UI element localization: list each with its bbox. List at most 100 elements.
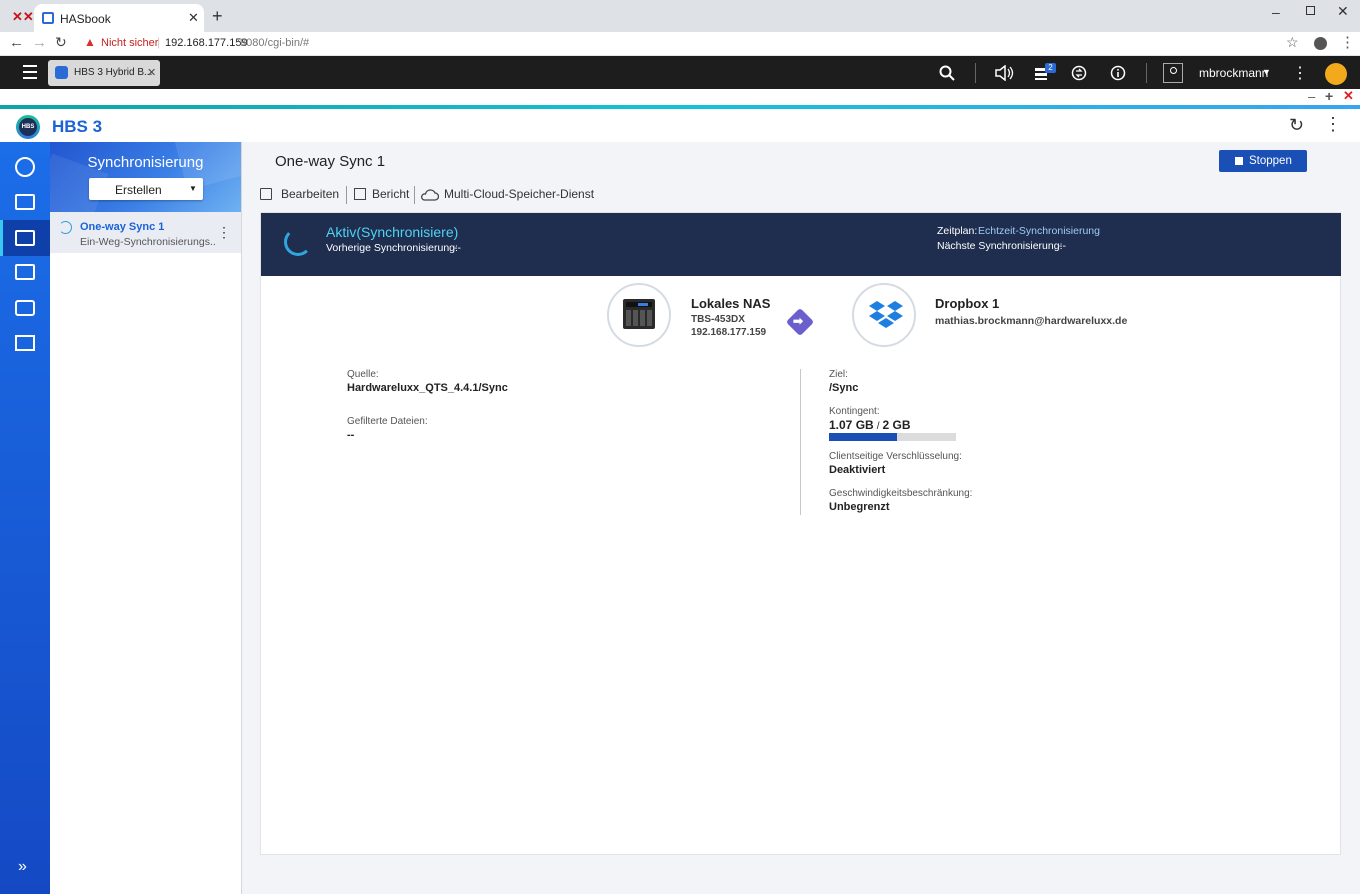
user-menu-chevron-down-icon[interactable]: ▼ — [1262, 67, 1271, 77]
target-value: /Sync — [829, 382, 859, 394]
job-syncing-icon — [59, 221, 72, 234]
target-label: Ziel: — [829, 369, 848, 380]
cloud-icon — [421, 189, 439, 201]
storage-space-icon[interactable] — [15, 264, 35, 280]
nas-device-icon — [607, 283, 671, 347]
app-task-close-icon[interactable]: ✕ — [147, 66, 156, 79]
job-more-icon[interactable]: ⋮ — [217, 224, 231, 241]
quota-bar-fill — [829, 433, 897, 441]
hbs-logo-icon: HBS — [16, 115, 40, 139]
filtered-files-value: -- — [347, 429, 355, 441]
app-task-label: HBS 3 Hybrid B... — [74, 67, 153, 78]
expand-rail-icon[interactable]: » — [18, 858, 27, 876]
services-icon[interactable] — [15, 300, 35, 316]
multicloud-label: Multi-Cloud-Speicher-Dienst — [444, 187, 595, 201]
edit-action[interactable]: Bearbeiten — [260, 186, 350, 204]
url-host: 192.168.177.159 — [165, 37, 248, 49]
browser-toolbar: ← → ↻ ▲ Nicht sicher | 192.168.177.159 :… — [0, 32, 1360, 56]
report-icon — [354, 188, 366, 200]
target-device-name: Dropbox 1 — [935, 296, 1000, 311]
browser-tab[interactable]: HASbook ✕ — [34, 4, 204, 32]
source-device-name: Lokales NAS — [691, 296, 771, 311]
chevron-down-icon: ▼ — [189, 184, 197, 193]
report-action[interactable]: Bericht — [354, 186, 414, 204]
job-name: One-way Sync 1 — [80, 221, 165, 233]
app-maximize-button[interactable]: + — [1325, 88, 1333, 104]
address-separator: | — [157, 35, 161, 49]
tab-close-icon[interactable]: ✕ — [188, 10, 199, 26]
browser-menu-icon[interactable]: ⋮ — [1340, 33, 1355, 51]
panel-title: Synchronisierung — [87, 154, 204, 171]
warning-icon: ▲ — [84, 35, 96, 49]
backup-restore-icon[interactable] — [15, 194, 35, 210]
source-label: Quelle: — [347, 369, 379, 380]
sync-icon[interactable] — [15, 230, 35, 246]
search-icon[interactable] — [939, 65, 955, 81]
app-task-tab[interactable]: HBS 3 Hybrid B... ✕ — [48, 60, 160, 86]
app-header: HBS HBS 3 ↻ ⋮ — [0, 109, 1360, 142]
more-options-icon[interactable]: ⋮ — [1292, 63, 1308, 83]
job-subtitle: Ein-Weg-Synchronisierungs... — [80, 236, 215, 248]
logs-icon[interactable] — [15, 335, 35, 351]
minimize-window-button[interactable]: – — [1272, 4, 1280, 20]
close-window-button[interactable]: ✕ — [1337, 3, 1349, 20]
maximize-window-button[interactable] — [1306, 6, 1315, 15]
job-list-item[interactable]: One-way Sync 1 Ein-Weg-Synchronisierungs… — [50, 212, 241, 253]
username-label[interactable]: mbrockmann — [1199, 66, 1268, 80]
bookmark-star-icon[interactable]: ☆ — [1286, 34, 1299, 51]
back-arrow-icon[interactable]: ← — [9, 34, 24, 51]
encryption-label: Clientseitige Verschlüsselung: — [829, 451, 962, 462]
app-window-bar: – + ✕ — [0, 88, 1360, 105]
panel-header: Synchronisierung Erstellen ▼ — [50, 142, 241, 212]
app-minimize-button[interactable]: – — [1308, 89, 1315, 104]
quota-total: 2 GB — [882, 418, 911, 432]
encryption-value: Deaktiviert — [829, 464, 886, 476]
reload-icon[interactable]: ↻ — [55, 34, 67, 51]
speed-limit-value: Unbegrenzt — [829, 501, 890, 513]
new-tab-button[interactable]: + — [212, 6, 223, 27]
address-bar[interactable]: ▲ Nicht sicher | 192.168.177.159 :8080/c… — [84, 35, 1284, 52]
action-divider — [414, 186, 415, 204]
info-icon[interactable] — [1110, 65, 1126, 81]
speaker-icon[interactable] — [994, 65, 1014, 81]
user-avatar-icon[interactable] — [1163, 63, 1183, 83]
active-indicator — [0, 220, 3, 256]
create-dropdown-button[interactable]: Erstellen ▼ — [89, 178, 203, 200]
forward-arrow-icon[interactable]: → — [32, 34, 47, 51]
details-divider — [800, 369, 801, 515]
browser-logo-icon: ✕✕ — [12, 9, 34, 24]
toolbar-divider — [975, 63, 976, 83]
quota-value: 1.07 GB/2 GB — [829, 418, 911, 432]
overview-gauge-icon[interactable] — [15, 157, 35, 177]
app-close-button[interactable]: ✕ — [1343, 88, 1354, 104]
stop-square-icon — [1235, 157, 1243, 165]
stop-button[interactable]: Stoppen — [1219, 150, 1307, 172]
stop-button-label: Stoppen — [1249, 155, 1292, 167]
dashboard-gauge-icon[interactable] — [1325, 63, 1347, 85]
app-more-icon[interactable]: ⋮ — [1324, 114, 1342, 135]
qts-top-bar: HBS 3 Hybrid B... ✕ 2 mbrockmann ▼ ⋮ — [0, 56, 1360, 89]
multicloud-action[interactable]: Multi-Cloud-Speicher-Dienst — [420, 186, 600, 204]
filtered-files-label: Gefilterte Dateien: — [347, 416, 428, 427]
status-state: Aktiv(Synchronisiere) — [326, 224, 459, 240]
refresh-icon[interactable]: ↻ — [1289, 115, 1304, 136]
schedule-value[interactable]: Echtzeit-Synchronisierung — [978, 225, 1100, 237]
edit-label: Bearbeiten — [281, 187, 340, 201]
browser-tab-title: HASbook — [60, 12, 111, 26]
source-value: Hardwareluxx_QTS_4.4.1/Sync — [347, 382, 508, 394]
hbs-app-icon — [55, 66, 68, 79]
previous-sync-value: -- — [454, 242, 461, 254]
main-menu-icon[interactable] — [23, 65, 37, 79]
main-content: One-way Sync 1 Stoppen Bearbeiten Berich… — [242, 142, 1360, 894]
quota-separator: / — [876, 421, 880, 432]
edit-icon — [260, 188, 272, 200]
browser-tab-strip: ✕✕ HASbook ✕ + – ✕ — [0, 0, 1360, 32]
profile-icon[interactable] — [1314, 37, 1327, 50]
source-device-ip: 192.168.177.159 — [691, 327, 767, 338]
target-account: mathias.brockmann@hardwareluxx.de — [935, 315, 1128, 327]
speed-limit-label: Geschwindigkeitsbeschränkung: — [829, 488, 973, 499]
previous-sync-label: Vorherige Synchronisierung: — [326, 242, 458, 254]
sync-status-icon[interactable] — [1071, 65, 1088, 81]
report-label: Bericht — [372, 187, 410, 201]
schedule-label: Zeitplan: — [937, 225, 978, 237]
